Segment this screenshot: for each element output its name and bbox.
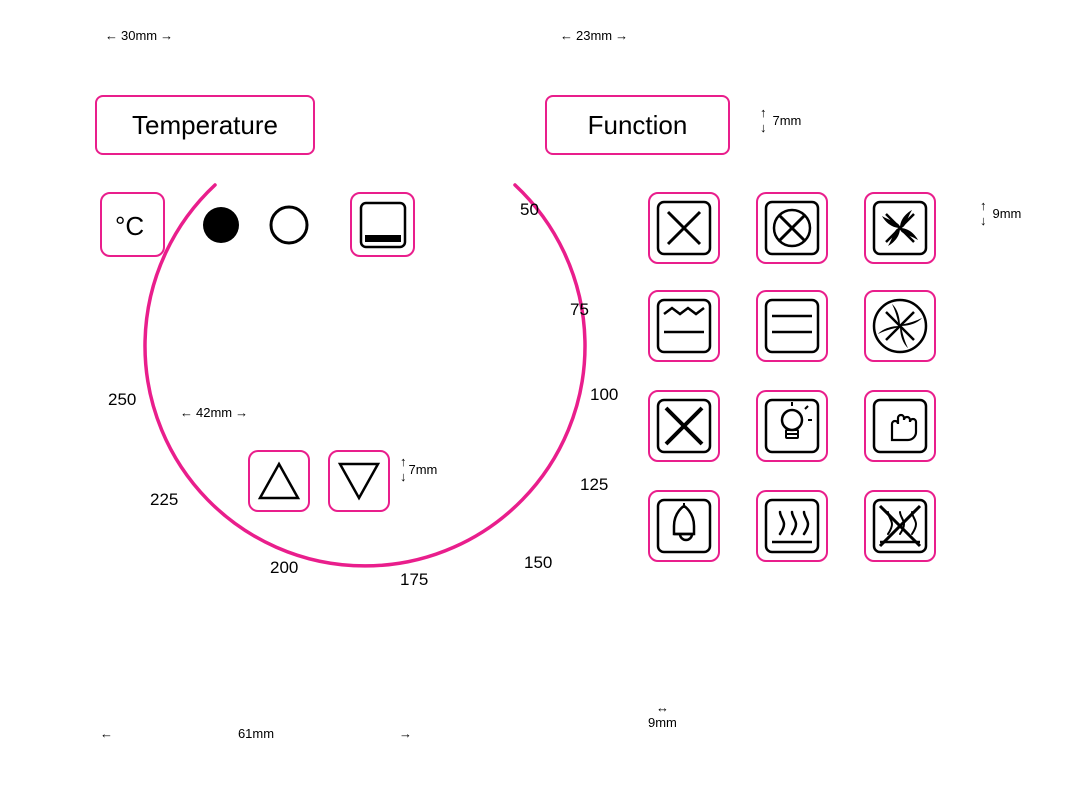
temp-175: 175 xyxy=(400,570,428,590)
triangle-down-box xyxy=(328,450,390,512)
measure-42mm-label: 42mm xyxy=(196,405,232,420)
measure-7mm-right: ↑ ↓ 7mm xyxy=(760,105,801,135)
measure-9mm-bottom: ↔ 9mm xyxy=(648,700,677,730)
temperature-label-text: Temperature xyxy=(132,110,278,141)
triangle-up-box xyxy=(248,450,310,512)
triangle-down-icon xyxy=(334,456,384,506)
function-label-text: Function xyxy=(588,110,688,141)
lamp-box xyxy=(756,390,828,462)
measure-30mm-label: 30mm xyxy=(121,28,157,43)
temp-150: 150 xyxy=(524,553,552,573)
page: ← 30mm → ← 23mm → ↑ ↓ 7mm ↑ ↓ 9mm Temper… xyxy=(0,0,1080,793)
no-steam-box xyxy=(864,490,936,562)
measure-9mm-right: ↑ ↓ 9mm xyxy=(980,198,1021,228)
x-circle-open-icon xyxy=(870,296,930,356)
x-circle-square-box xyxy=(756,192,828,264)
bell-icon xyxy=(654,496,714,556)
lamp-icon xyxy=(762,396,822,456)
x-fan-square-box xyxy=(864,192,936,264)
temp-200: 200 xyxy=(270,558,298,578)
wave-grill-icon xyxy=(654,296,714,356)
measure-9mm-bottom-label: 9mm xyxy=(648,715,677,730)
measure-61mm: ← 61mm → xyxy=(100,726,412,741)
x-square-icon xyxy=(654,198,714,258)
flat-grill-box xyxy=(756,290,828,362)
function-label-box: Function xyxy=(545,95,730,155)
dial-arc xyxy=(100,155,630,740)
measure-7mm-label: 7mm xyxy=(773,113,802,128)
measure-42mm: ← 42mm → xyxy=(180,405,248,420)
bell-box xyxy=(648,490,720,562)
triangle-up-icon xyxy=(254,456,304,506)
temp-225: 225 xyxy=(150,490,178,510)
measure-23mm: ← 23mm → xyxy=(560,28,628,43)
measure-7mm-inner: ↑ ↓ 7mm xyxy=(400,454,437,484)
steam-icon xyxy=(762,496,822,556)
measure-9mm-label: 9mm xyxy=(993,206,1022,221)
wave-grill-box xyxy=(648,290,720,362)
temp-100: 100 xyxy=(590,385,618,405)
temp-75: 75 xyxy=(570,300,589,320)
measure-61mm-label: 61mm xyxy=(116,726,396,741)
measure-23mm-label: 23mm xyxy=(576,28,612,43)
x-square-box xyxy=(648,192,720,264)
steam-box xyxy=(756,490,828,562)
x-circle-square-icon xyxy=(762,198,822,258)
temperature-label-box: Temperature xyxy=(95,95,315,155)
no-steam-icon xyxy=(870,496,930,556)
temp-50: 50 xyxy=(520,200,539,220)
x-large-icon xyxy=(654,396,714,456)
x-fan-square-icon xyxy=(870,198,930,258)
hand-icon xyxy=(870,396,930,456)
temp-250: 250 xyxy=(108,390,136,410)
flat-grill-icon xyxy=(762,296,822,356)
hand-box xyxy=(864,390,936,462)
measure-30mm: ← 30mm → xyxy=(105,28,173,43)
temp-125: 125 xyxy=(580,475,608,495)
x-large-box xyxy=(648,390,720,462)
measure-7mm-inner-label: 7mm xyxy=(409,462,438,477)
x-circle-open-box xyxy=(864,290,936,362)
